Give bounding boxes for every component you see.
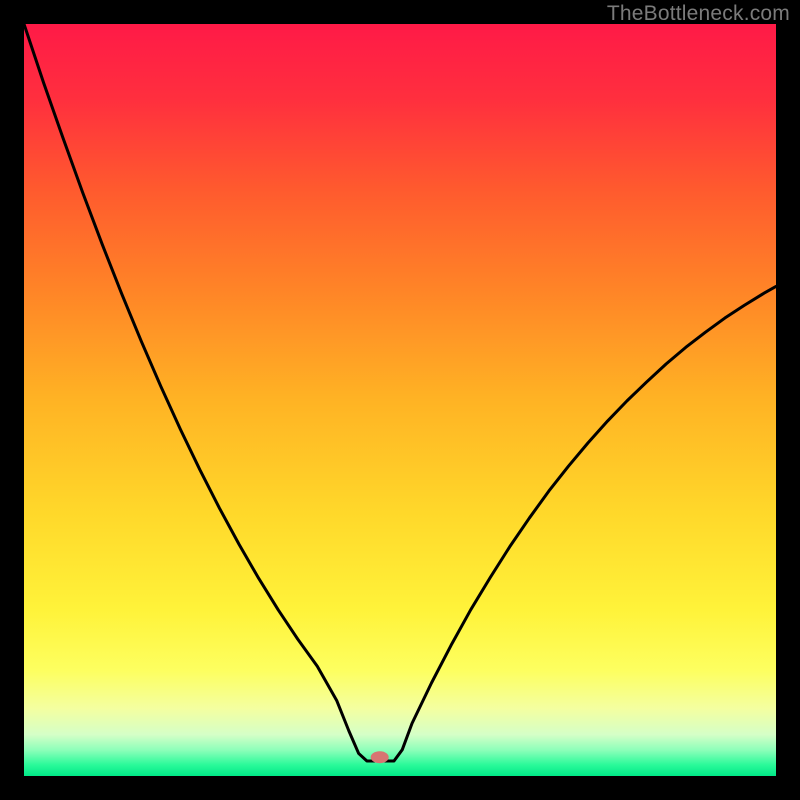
chart-frame: TheBottleneck.com [0,0,800,800]
optimal-point-marker [371,751,389,763]
gradient-background [24,24,776,776]
bottleneck-chart [24,24,776,776]
plot-area [24,24,776,776]
watermark-text: TheBottleneck.com [607,2,790,26]
